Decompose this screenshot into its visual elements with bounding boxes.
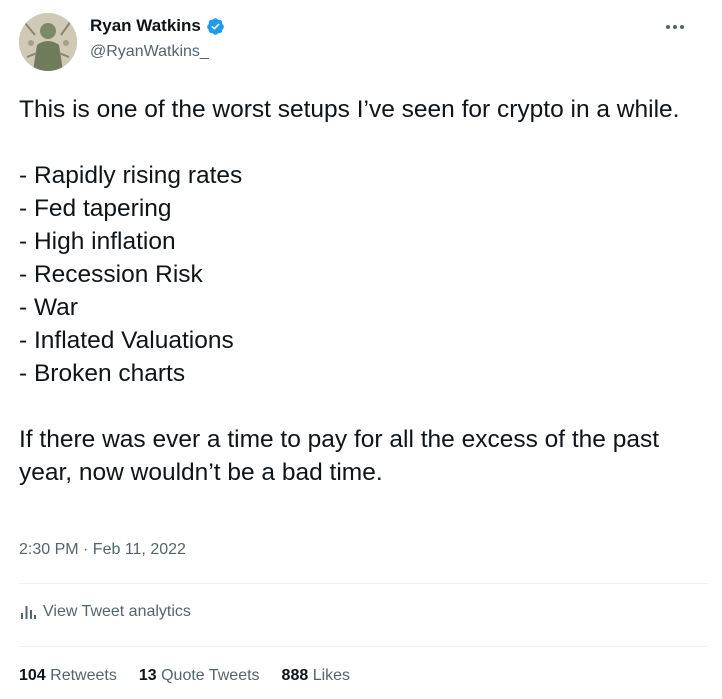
author-name-row[interactable]: Ryan Watkins xyxy=(90,16,225,36)
retweets-stat[interactable]: 104 Retweets xyxy=(19,667,117,685)
view-analytics-link[interactable]: View Tweet analytics xyxy=(19,603,191,621)
quote-tweets-label: Quote Tweets xyxy=(161,667,260,684)
tweet-list-item: - Broken charts xyxy=(19,360,186,387)
quote-tweets-count: 13 xyxy=(138,667,157,684)
avatar-image xyxy=(19,13,77,71)
tweet-list-item: - Inflated Valuations xyxy=(19,327,234,354)
divider xyxy=(19,646,708,647)
tweet-list-item: - High inflation xyxy=(19,228,176,255)
retweets-label: Retweets xyxy=(50,667,117,684)
tweet-outro: If there was ever a time to pay for all … xyxy=(19,426,660,486)
more-options-icon[interactable] xyxy=(666,20,688,34)
tweet-list-item: - Fed tapering xyxy=(19,195,172,222)
tweet-intro: This is one of the worst setups I’ve see… xyxy=(19,96,680,123)
avatar[interactable] xyxy=(19,13,77,71)
analytics-icon xyxy=(19,604,37,620)
quote-tweets-stat[interactable]: 13 Quote Tweets xyxy=(139,667,260,685)
likes-label: Likes xyxy=(312,667,351,684)
likes-stat[interactable]: 888 Likes xyxy=(282,667,351,685)
tweet-list-item: - Recession Risk xyxy=(19,261,203,288)
analytics-label: View Tweet analytics xyxy=(43,603,191,620)
divider xyxy=(19,583,708,584)
tweet-timestamp[interactable]: 2:30 PM · Feb 11, 2022 xyxy=(19,541,186,559)
engagement-stats: 104 Retweets 13 Quote Tweets 888 Likes xyxy=(19,667,350,685)
tweet-list-item: - Rapidly rising rates xyxy=(19,162,243,189)
tweet-list-item: - War xyxy=(19,294,78,321)
verified-badge-icon xyxy=(206,17,225,36)
retweets-count: 104 xyxy=(19,667,46,684)
tweet-text: This is one of the worst setups I’ve see… xyxy=(19,93,709,489)
author-handle[interactable]: @RyanWatkins_ xyxy=(90,43,209,61)
author-display-name[interactable]: Ryan Watkins xyxy=(90,16,201,36)
likes-count: 888 xyxy=(281,667,309,684)
